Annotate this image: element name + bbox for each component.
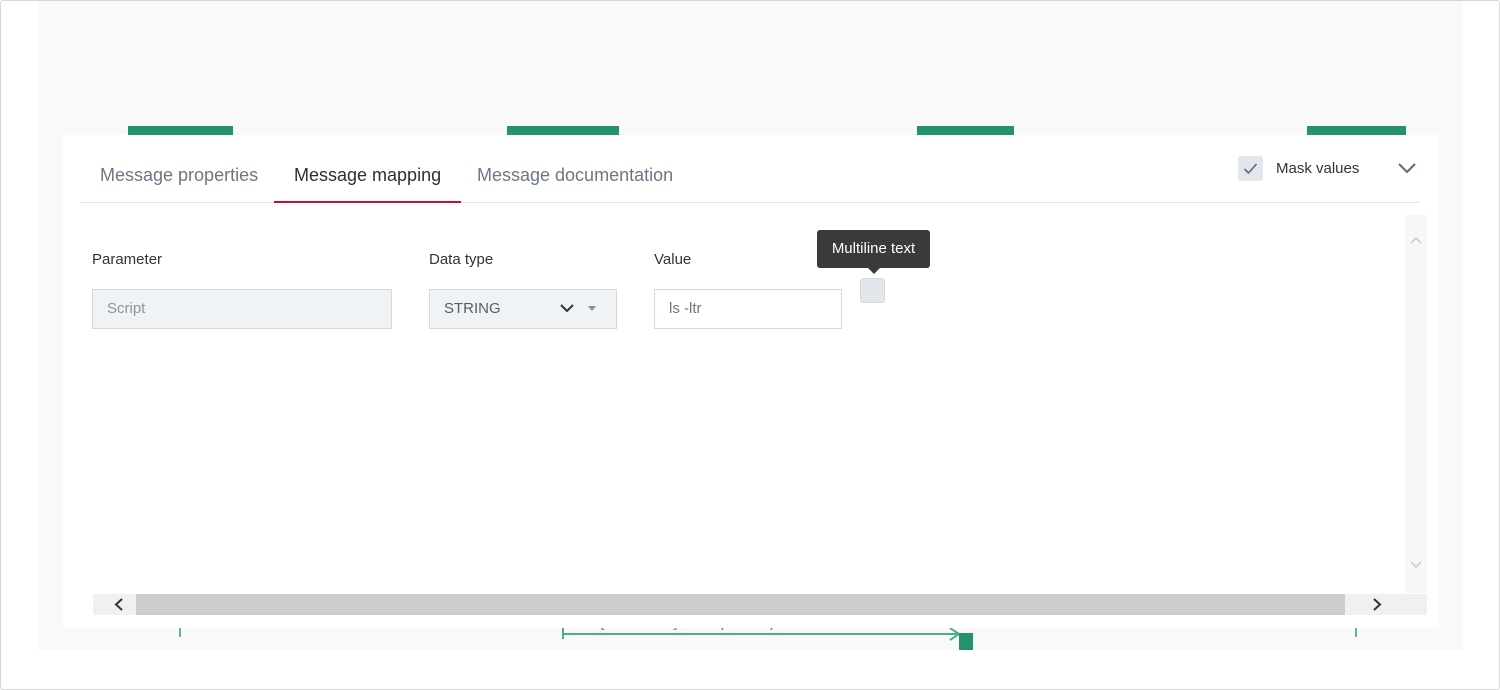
chevron-down-icon[interactable]: [1409, 560, 1423, 570]
lifeline-tick: [179, 627, 181, 637]
activation-bar: [959, 633, 973, 650]
horizontal-scrollbar-thumb[interactable]: [136, 594, 1345, 615]
chevron-down-icon: [560, 304, 574, 313]
data-type-value: STRING: [444, 300, 501, 317]
multiline-text-checkbox[interactable]: [860, 278, 885, 303]
mapping-table: Parameter Data type Value Script STRING …: [92, 215, 1407, 595]
tab-bar: Message properties Message mapping Messa…: [80, 135, 1420, 203]
caret-down-icon: [588, 306, 596, 311]
column-header-data-type: Data type: [429, 251, 494, 268]
chevron-down-icon[interactable]: [1396, 160, 1418, 176]
chevron-up-icon[interactable]: [1409, 235, 1423, 245]
data-type-select[interactable]: STRING: [429, 289, 617, 329]
window-frame: 1.1 [ CONFIRM ] 'Write (Include)' Messag…: [0, 0, 1500, 690]
parameter-field[interactable]: Script: [92, 289, 392, 329]
mask-values-label: Mask values: [1276, 160, 1360, 177]
tab-message-mapping[interactable]: Message mapping: [274, 162, 462, 203]
multiline-tooltip: Multiline text: [817, 230, 930, 268]
mask-values-checkbox[interactable]: [1238, 156, 1263, 181]
horizontal-scrollbar[interactable]: [93, 594, 1427, 615]
column-header-parameter: Parameter: [92, 251, 163, 268]
chevron-right-icon[interactable]: [1371, 597, 1383, 612]
vertical-scrollbar[interactable]: [1405, 215, 1427, 593]
tab-message-documentation[interactable]: Message documentation: [457, 162, 693, 203]
message-arrow[interactable]: [563, 633, 959, 635]
chevron-left-icon[interactable]: [113, 597, 125, 612]
message-panel: Message properties Message mapping Messa…: [63, 135, 1439, 628]
lifeline-tick: [1355, 627, 1357, 637]
tab-message-properties[interactable]: Message properties: [80, 162, 278, 203]
column-header-value: Value: [654, 251, 692, 268]
check-icon: [1243, 163, 1258, 175]
value-input[interactable]: ls -ltr: [654, 289, 842, 329]
tooltip-arrow: [868, 268, 880, 274]
